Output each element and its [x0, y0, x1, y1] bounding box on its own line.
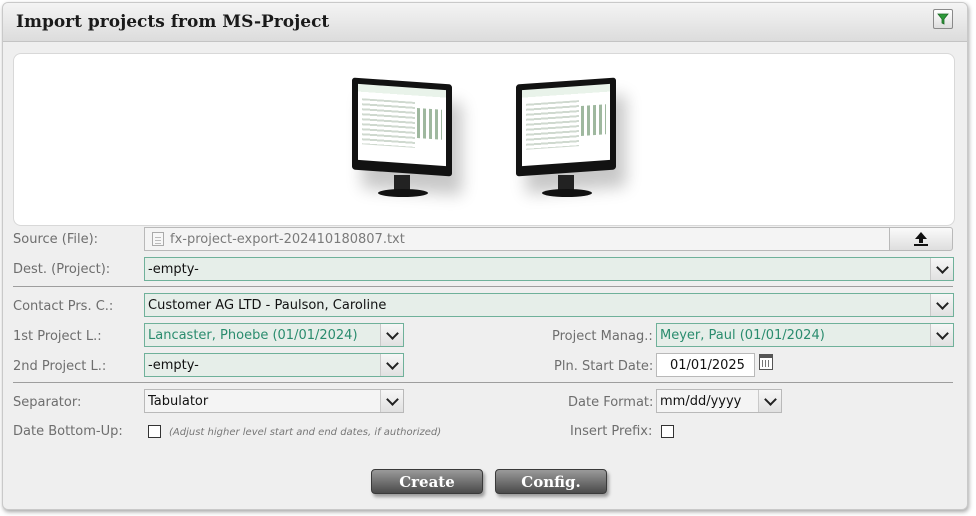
chevron-down-icon [380, 354, 403, 376]
date-bottom-up-label: Date Bottom-Up: [13, 424, 123, 439]
project-lead2-select[interactable]: -empty- [144, 353, 404, 377]
date-format-select[interactable]: mm/dd/yyyy [656, 389, 782, 413]
insert-prefix-checkbox[interactable] [661, 425, 674, 438]
date-format-label: Date Format: [568, 395, 654, 410]
project-lead1-label: 1st Project L.: [13, 329, 102, 344]
separator-select[interactable]: Tabulator [144, 389, 404, 413]
upload-icon [914, 232, 928, 246]
dest-label: Dest. (Project): [13, 262, 111, 277]
dest-project-select[interactable]: -empty- [144, 257, 954, 281]
dialog-title: Import projects from MS-Project [16, 12, 330, 32]
insert-prefix-label: Insert Prefix: [570, 424, 653, 439]
config-button[interactable]: Config. [495, 469, 607, 494]
banner-image [13, 53, 955, 226]
separator-value: Tabulator [148, 393, 209, 409]
project-manager-value: Meyer, Paul (01/01/2024) [660, 327, 825, 343]
file-icon [152, 232, 164, 246]
planned-start-input[interactable]: 01/01/2025 [656, 353, 755, 377]
monitor-illustration-right [516, 77, 618, 199]
source-file-field[interactable]: fx-project-export-202410180807.txt [144, 227, 891, 251]
project-lead2-value: -empty- [148, 357, 199, 373]
planned-start-label: Pln. Start Date: [554, 359, 654, 374]
monitor-illustration-left [352, 77, 454, 199]
contact-label: Contact Prs. C.: [13, 299, 114, 314]
project-manager-label: Project Manag.: [552, 329, 653, 344]
source-file-value: fx-project-export-202410180807.txt [170, 231, 405, 247]
project-lead2-label: 2nd Project L.: [13, 359, 107, 374]
dialog-titlebar: Import projects from MS-Project [3, 3, 967, 42]
import-dialog: Import projects from MS-Project Source (… [2, 2, 968, 510]
dest-project-value: -empty- [148, 261, 199, 277]
chevron-down-icon [380, 390, 403, 412]
calendar-icon[interactable] [759, 354, 773, 370]
contact-person-select[interactable]: Customer AG LTD - Paulson, Caroline [144, 293, 954, 317]
divider [13, 286, 953, 287]
chevron-down-icon [930, 258, 953, 280]
project-manager-select[interactable]: Meyer, Paul (01/01/2024) [656, 323, 954, 347]
project-lead1-value: Lancaster, Phoebe (01/01/2024) [148, 327, 358, 343]
divider [13, 382, 953, 383]
upload-button[interactable] [889, 227, 953, 251]
date-bottom-up-hint: (Adjust higher level start and end dates… [169, 427, 442, 438]
create-button[interactable]: Create [371, 469, 483, 494]
filter-icon [937, 13, 949, 25]
separator-label: Separator: [13, 395, 82, 410]
chevron-down-icon [380, 324, 403, 346]
chevron-down-icon [930, 294, 953, 316]
project-lead1-select[interactable]: Lancaster, Phoebe (01/01/2024) [144, 323, 404, 347]
chevron-down-icon [758, 390, 781, 412]
filter-button[interactable] [933, 9, 953, 29]
source-label: Source (File): [13, 232, 99, 247]
contact-person-value: Customer AG LTD - Paulson, Caroline [148, 297, 387, 313]
date-format-value: mm/dd/yyyy [660, 393, 742, 409]
chevron-down-icon [930, 324, 953, 346]
date-bottom-up-checkbox[interactable] [148, 425, 161, 438]
